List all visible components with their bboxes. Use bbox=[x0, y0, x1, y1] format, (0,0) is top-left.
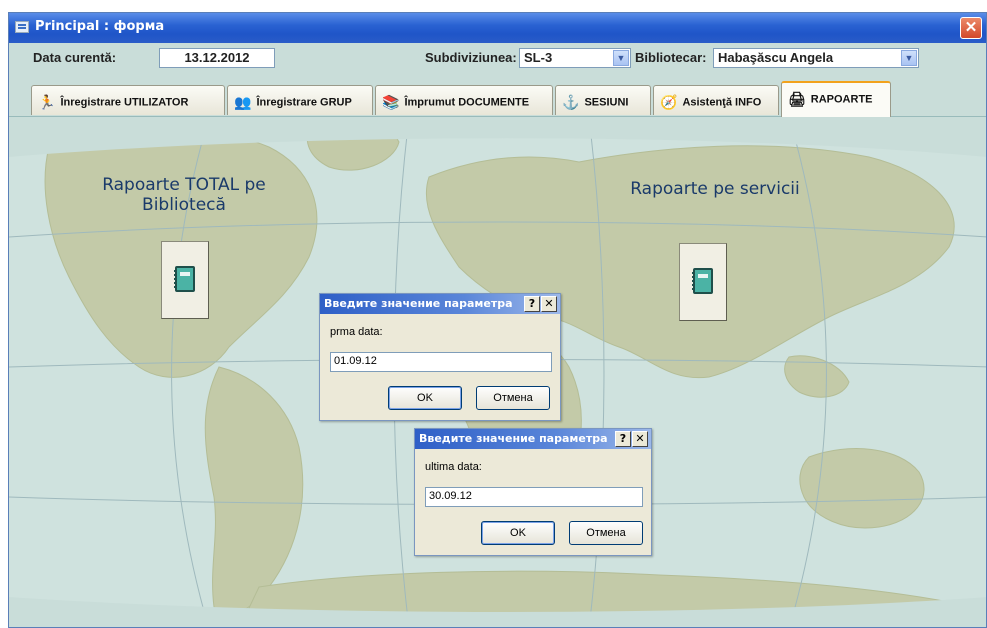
total-reports-button[interactable] bbox=[161, 241, 209, 319]
tab-asistenta-info[interactable]: 🧭 Asistenţă INFO bbox=[653, 85, 779, 115]
book-icon bbox=[692, 268, 713, 294]
support-icon: 🧭 bbox=[660, 94, 678, 110]
librarian-label: Bibliotecar: bbox=[635, 50, 707, 65]
dialog-close-button[interactable]: ✕ bbox=[632, 431, 648, 447]
tab-label: Înregistrare GRUP bbox=[256, 96, 352, 109]
dialog-title: Введите значение параметра bbox=[419, 432, 608, 445]
main-window: Principal : форма ✕ Data curentă: 13.12.… bbox=[8, 12, 987, 628]
help-button[interactable]: ? bbox=[524, 296, 540, 312]
book-icon bbox=[174, 266, 195, 292]
running-person-icon: 🏃 bbox=[38, 94, 56, 110]
tab-rapoarte[interactable]: 🖨 RAPOARTE bbox=[781, 81, 891, 117]
tab-label: SESIUNI bbox=[584, 96, 629, 109]
service-reports-label: Rapoarte pe servicii bbox=[630, 179, 800, 199]
dialog-close-button[interactable]: ✕ bbox=[541, 296, 557, 312]
total-reports-label: Rapoarte TOTAL pe Bibliotecă bbox=[79, 175, 289, 215]
header-toolbar: Data curentă: 13.12.2012 Subdiviziunea: … bbox=[9, 43, 986, 75]
dialog-title: Введите значение параметра bbox=[324, 297, 513, 310]
librarian-select[interactable]: Habaşăscu Angela ▼ bbox=[713, 48, 919, 68]
parameter-label: prma data: bbox=[330, 326, 383, 338]
parameter-input[interactable]: 01.09.12 bbox=[330, 352, 552, 372]
ok-button[interactable]: OK bbox=[481, 521, 555, 545]
tab-inregistrare-utilizator[interactable]: 🏃 Înregistrare UTILIZATOR bbox=[31, 85, 225, 115]
anchor-icon: ⚓ bbox=[562, 94, 580, 110]
printer-icon: 🖨 bbox=[788, 91, 806, 107]
current-date-label: Data curentă: bbox=[33, 50, 117, 65]
tab-label: RAPOARTE bbox=[810, 93, 873, 106]
parameter-dialog-end: Введите значение параметра ? ✕ ultima da… bbox=[414, 428, 652, 556]
group-icon: 👥 bbox=[234, 94, 252, 110]
total-reports-label-line2: Bibliotecă bbox=[142, 195, 226, 215]
title-bar: Principal : форма ✕ bbox=[9, 13, 986, 43]
close-button[interactable]: ✕ bbox=[960, 17, 982, 39]
tab-label: Înregistrare UTILIZATOR bbox=[60, 96, 189, 109]
ok-button[interactable]: OK bbox=[388, 386, 462, 410]
service-reports-button[interactable] bbox=[679, 243, 727, 321]
tab-sesiuni[interactable]: ⚓ SESIUNI bbox=[555, 85, 651, 115]
cancel-button[interactable]: Отмена bbox=[476, 386, 550, 410]
cancel-button[interactable]: Отмена bbox=[569, 521, 643, 545]
current-date-field[interactable]: 13.12.2012 bbox=[159, 48, 275, 68]
parameter-input[interactable]: 30.09.12 bbox=[425, 487, 643, 507]
window-title: Principal : форма bbox=[35, 19, 165, 34]
subdivision-label: Subdiviziunea: bbox=[425, 50, 517, 65]
dialog-title-bar: Введите значение параметра ? ✕ bbox=[320, 294, 560, 314]
parameter-dialog-start: Введите значение параметра ? ✕ prma data… bbox=[319, 293, 561, 421]
librarian-value: Habaşăscu Angela bbox=[718, 50, 834, 65]
dialog-title-bar: Введите значение параметра ? ✕ bbox=[415, 429, 651, 449]
subdivision-value: SL-3 bbox=[524, 50, 553, 65]
chevron-down-icon[interactable]: ▼ bbox=[901, 50, 917, 66]
subdivision-select[interactable]: SL-3 ▼ bbox=[519, 48, 631, 68]
tab-inregistrare-grup[interactable]: 👥 Înregistrare GRUP bbox=[227, 85, 373, 115]
tab-label: Împrumut DOCUMENTE bbox=[404, 96, 530, 109]
form-icon bbox=[15, 21, 29, 33]
tab-imprumut-documente[interactable]: 📚 Împrumut DOCUMENTE bbox=[375, 85, 553, 115]
books-icon: 📚 bbox=[382, 94, 400, 110]
tab-bar: 🏃 Înregistrare UTILIZATOR 👥 Înregistrare G… bbox=[9, 75, 986, 117]
chevron-down-icon[interactable]: ▼ bbox=[613, 50, 629, 66]
tab-label: Asistenţă INFO bbox=[682, 96, 762, 109]
help-button[interactable]: ? bbox=[615, 431, 631, 447]
total-reports-label-line1: Rapoarte TOTAL pe bbox=[102, 175, 266, 195]
parameter-label: ultima data: bbox=[425, 461, 482, 473]
